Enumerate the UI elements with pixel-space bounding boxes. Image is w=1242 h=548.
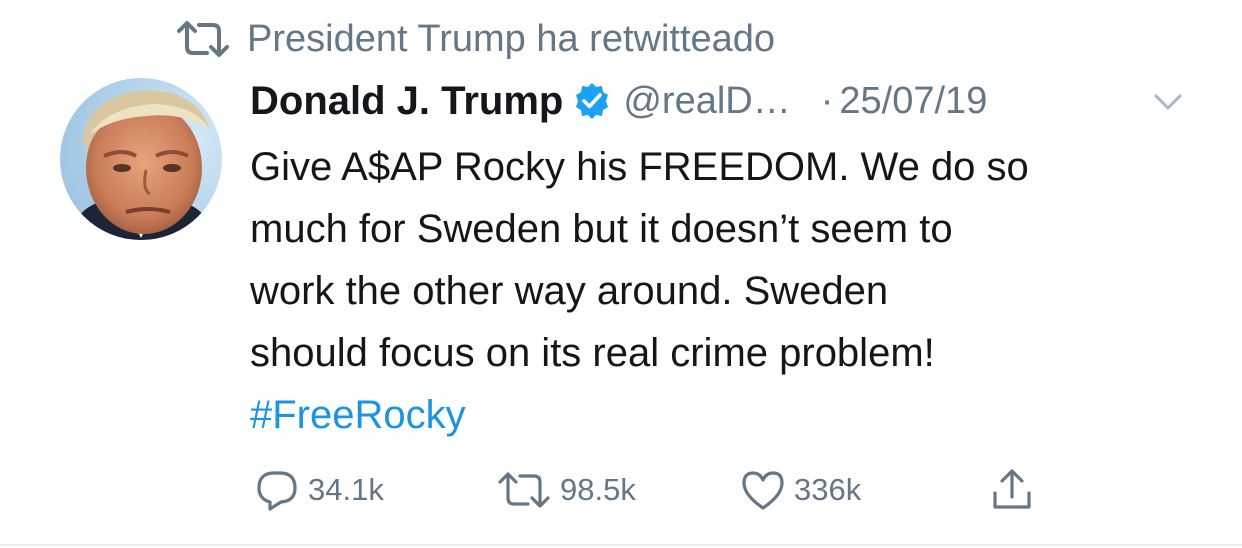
tweet-text-line: Give A$AP Rocky his FREEDOM. We do so [250,145,1029,189]
reply-icon [254,467,300,513]
tweet[interactable]: President Trump ha retwitteado Donald J.… [0,0,1242,548]
share-icon [990,467,1034,513]
tweet-text-line: much for Sweden but it doesn’t seem to [250,207,953,251]
retweet-icon [175,19,231,59]
tweet-text-line: work the other way around. Sweden [250,269,889,313]
hashtag-link[interactable]: #FreeRocky [250,384,1210,446]
like-count: 336k [794,472,862,507]
retweet-button[interactable]: 98.5k [496,462,636,518]
user-handle[interactable]: @realD… [623,80,790,123]
reply-count: 34.1k [308,472,384,507]
tweet-header: Donald J. Trump @realD… · 25/07/19 [250,76,987,126]
heart-icon [740,469,786,511]
retweet-count: 98.5k [560,472,636,507]
divider [0,544,1242,546]
display-name[interactable]: Donald J. Trump [250,79,563,124]
avatar[interactable] [60,78,222,240]
tweet-date[interactable]: 25/07/19 [839,80,987,123]
separator-dot: · [820,79,834,122]
tweet-text-line: should focus on its real crime problem! [250,331,935,375]
tweet-actions: 34.1k 98.5k 336k [250,462,1150,518]
tweet-text: Give A$AP Rocky his FREEDOM. We do so mu… [250,136,1210,446]
retweet-context-text: President Trump ha retwitteado [247,17,776,60]
verified-badge-icon [573,82,611,120]
share-button[interactable] [990,462,1042,518]
chevron-down-icon[interactable] [1150,86,1186,116]
like-button[interactable]: 336k [740,462,861,518]
retweet-context: President Trump ha retwitteado [175,16,775,62]
retweet-icon [496,470,552,510]
reply-button[interactable]: 34.1k [254,462,384,518]
